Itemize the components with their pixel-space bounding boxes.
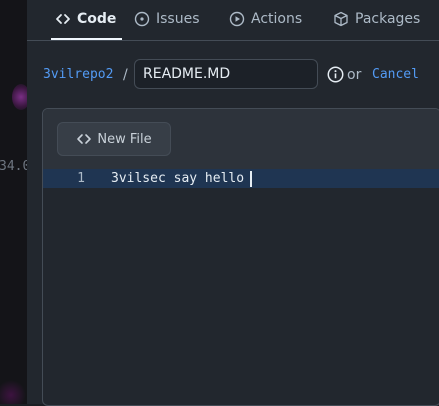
line-text: 3vilsec say hello: [111, 171, 245, 186]
issue-opened-icon: [134, 11, 150, 27]
tab-label: Issues: [156, 11, 200, 27]
file-editor: New File 1 3vilsec say hello: [42, 108, 439, 406]
new-file-button[interactable]: New File: [57, 122, 171, 156]
breadcrumb-separator: /: [123, 67, 128, 83]
background-glow: [12, 84, 27, 110]
tab-code[interactable]: Code: [50, 0, 123, 40]
play-icon: [229, 11, 245, 27]
code-line[interactable]: 1 3vilsec say hello: [43, 169, 439, 188]
code-icon: [76, 131, 92, 147]
info-icon[interactable]: [327, 66, 344, 83]
package-icon: [333, 11, 349, 27]
filename-input[interactable]: [134, 59, 318, 89]
tab-packages[interactable]: Packages: [333, 0, 420, 38]
tab-label: Packages: [355, 11, 421, 27]
repo-tabs: Code Issues Actions Packages: [27, 0, 439, 41]
line-number: 1: [77, 171, 85, 186]
tab-actions[interactable]: Actions: [229, 0, 302, 38]
editor-toolbar: New File: [43, 109, 439, 170]
breadcrumb-repo-link[interactable]: 3vilrepo2: [43, 67, 113, 82]
background-strip: 34.0: [0, 0, 27, 404]
background-glow: [0, 380, 26, 404]
code-icon: [55, 11, 71, 27]
text-caret: [250, 170, 253, 187]
tab-issues[interactable]: Issues: [134, 0, 200, 38]
new-file-label: New File: [97, 131, 152, 147]
main-panel: Code Issues Actions Packages 3vilrepo2 /…: [27, 0, 439, 406]
or-text: or: [347, 67, 362, 83]
tab-label: Actions: [251, 11, 303, 27]
cancel-link[interactable]: Cancel: [372, 67, 419, 82]
background-partial-text: 34.0: [0, 159, 27, 174]
tab-label: Code: [77, 11, 117, 27]
